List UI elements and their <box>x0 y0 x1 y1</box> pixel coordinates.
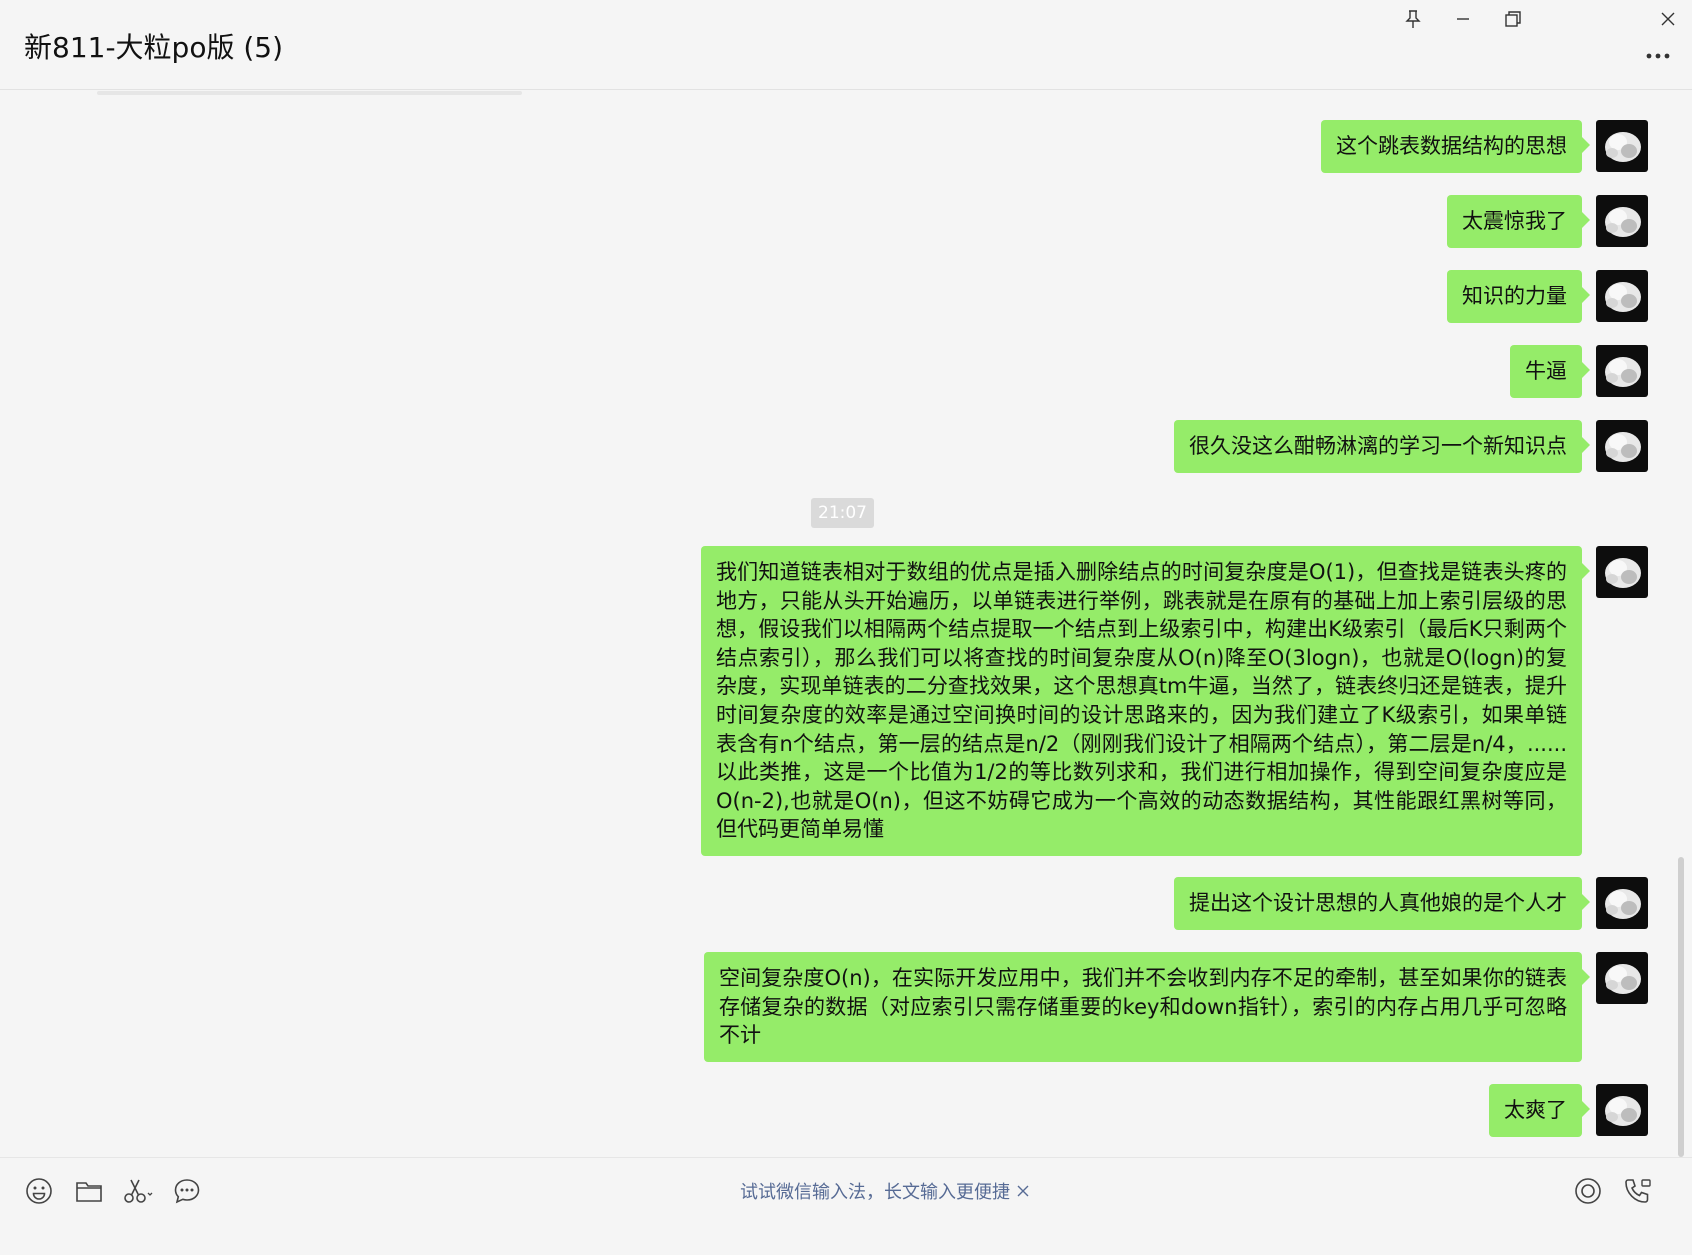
live-icon[interactable] <box>1571 1174 1605 1208</box>
restore-icon[interactable] <box>1496 4 1530 34</box>
pin-icon[interactable] <box>1396 4 1430 34</box>
avatar[interactable] <box>1596 345 1648 397</box>
folder-icon[interactable] <box>72 1174 106 1208</box>
emoji-icon[interactable] <box>22 1174 56 1208</box>
call-icon[interactable] <box>1621 1174 1655 1208</box>
close-icon[interactable] <box>1016 1184 1030 1198</box>
message-row: 太震惊我了 <box>1447 195 1648 248</box>
message-bubble[interactable]: 空间复杂度O(n)，在实际开发应用中，我们并不会收到内存不足的牵制，甚至如果你的… <box>704 952 1590 1062</box>
chat-header: 新811-大粒po版 (5) <box>0 0 1692 90</box>
message-bubble[interactable]: 很久没这么酣畅淋漓的学习一个新知识点 <box>1174 420 1590 473</box>
message-row: 太爽了 <box>1489 1084 1648 1137</box>
message-row: 我们知道链表相对于数组的优点是插入删除结点的时间复杂度是O(1)，但查找是链表头… <box>701 546 1648 856</box>
avatar[interactable] <box>1596 195 1648 247</box>
message-bubble[interactable]: 提出这个设计思想的人真他娘的是个人才 <box>1174 877 1590 930</box>
avatar[interactable] <box>1596 1084 1648 1136</box>
chat-title: 新811-大粒po版 (5) <box>24 31 284 64</box>
avatar[interactable] <box>1596 877 1648 929</box>
message-row: 这个跳表数据结构的思想 <box>1321 120 1648 173</box>
message-bubble[interactable]: 太爽了 <box>1489 1084 1590 1137</box>
avatar[interactable] <box>1596 546 1648 598</box>
message-bubble[interactable]: 太震惊我了 <box>1447 195 1590 248</box>
avatar[interactable] <box>1596 120 1648 172</box>
message-bubble[interactable]: 牛逼 <box>1510 345 1590 398</box>
message-row: 提出这个设计思想的人真他娘的是个人才 <box>1174 877 1648 930</box>
message-row: 空间复杂度O(n)，在实际开发应用中，我们并不会收到内存不足的牵制，甚至如果你的… <box>704 952 1648 1062</box>
message-bubble[interactable]: 我们知道链表相对于数组的优点是插入删除结点的时间复杂度是O(1)，但查找是链表头… <box>701 546 1590 856</box>
scrollbar[interactable] <box>1678 857 1684 1157</box>
timestamp: 21:07 <box>811 498 874 528</box>
message-bubble[interactable]: 这个跳表数据结构的思想 <box>1321 120 1590 173</box>
minimize-icon[interactable] <box>1446 4 1480 34</box>
message-row: 很久没这么酣畅淋漓的学习一个新知识点 <box>1174 420 1648 473</box>
message-list[interactable]: 这个跳表数据结构的思想 太震惊我了 知识的力量 牛逼 很久没这么酣畅淋漓的学习一… <box>0 91 1692 1155</box>
message-bubble[interactable]: 知识的力量 <box>1447 270 1590 323</box>
input-toolbar: 试试微信输入法，长文输入更便捷 <box>0 1157 1692 1255</box>
more-dots-icon[interactable] <box>1640 42 1676 70</box>
avatar[interactable] <box>1596 270 1648 322</box>
message-row: 知识的力量 <box>1447 270 1648 323</box>
close-icon[interactable] <box>1651 4 1685 34</box>
message-row: 牛逼 <box>1510 345 1648 398</box>
ime-tip[interactable]: 试试微信输入法，长文输入更便捷 <box>740 1178 1030 1204</box>
avatar[interactable] <box>1596 952 1648 1004</box>
scissors-icon[interactable] <box>121 1174 155 1208</box>
avatar[interactable] <box>1596 420 1648 472</box>
chat-history-icon[interactable] <box>170 1174 204 1208</box>
ime-tip-text[interactable]: 试试微信输入法，长文输入更便捷 <box>740 1178 1010 1204</box>
